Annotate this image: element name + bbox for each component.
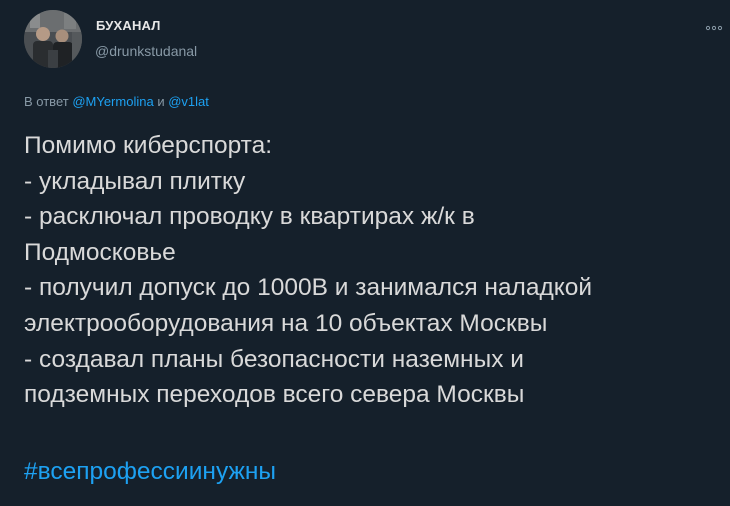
author-handle[interactable]: @drunkstudanal — [95, 43, 197, 59]
tweet-text-line: - создавал планы безопасности наземных и — [24, 345, 524, 373]
reply-separator: и — [157, 94, 165, 109]
more-options-button[interactable] — [702, 14, 726, 34]
tweet-text-line: подземных переходов всего севера Москвы — [24, 381, 525, 409]
tweet-text-line: Помимо киберспорта: — [24, 132, 273, 159]
author-avatar[interactable] — [24, 10, 82, 68]
reply-prefix: В ответ — [24, 94, 69, 109]
reply-context: В ответ @MYermolina и @v1lat — [24, 94, 209, 109]
tweet-text-line: - получил допуск до 1000В и занимался на… — [24, 274, 593, 302]
avatar-photo — [24, 10, 82, 68]
tweet-text-line: - расключал проводку в квартирах ж/к в — [24, 203, 475, 231]
mention-link-v1lat[interactable]: @v1lat — [168, 94, 209, 109]
mention-link-myermolina[interactable]: @MYermolina — [72, 94, 153, 109]
tweet-text-line: Подмосковье — [24, 238, 176, 266]
tweet-text-line: - укладывал плитку — [24, 167, 246, 195]
tweet-card: БУХАНАЛ @drunkstudanal В ответ @MYermoli… — [0, 0, 730, 506]
hashtag-link[interactable]: #всепрофессиинужны — [24, 454, 276, 489]
ellipsis-icon — [705, 25, 723, 31]
tweet-text-line: электрооборудования на 10 объектах Москв… — [24, 309, 548, 337]
author-display-name[interactable]: БУХАНАЛ — [96, 18, 161, 33]
tweet-text: Помимо киберспорта: - укладывал плитку -… — [24, 128, 714, 413]
